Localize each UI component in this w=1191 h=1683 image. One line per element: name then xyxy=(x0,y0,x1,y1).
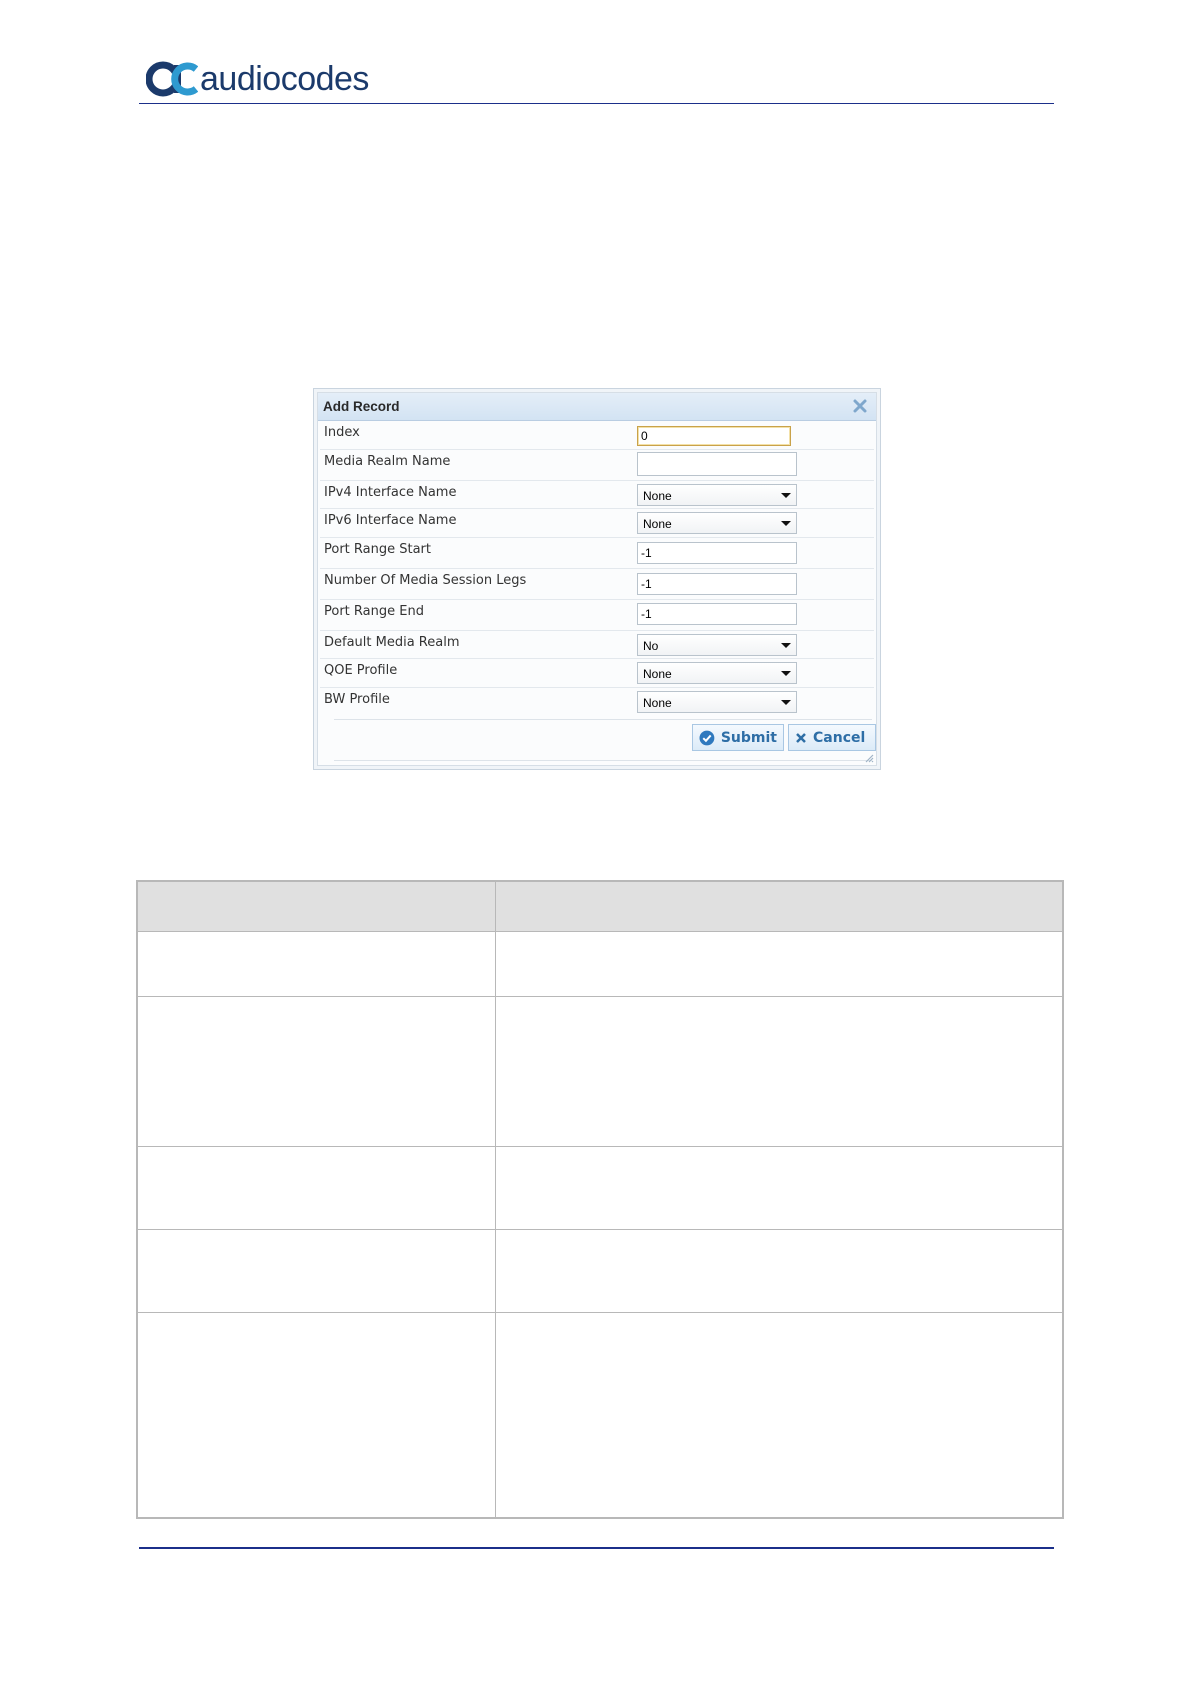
chevron-down-icon xyxy=(781,521,791,526)
field-label: Default Media Realm xyxy=(324,635,460,650)
qoe-profile-select[interactable]: None xyxy=(637,662,797,684)
select-value: None xyxy=(643,696,672,710)
port-range-start-input[interactable] xyxy=(637,542,797,564)
table-row xyxy=(138,1312,1062,1313)
select-value: No xyxy=(643,639,659,653)
field-label: IPv4 Interface Name xyxy=(324,485,457,500)
field-label: Port Range End xyxy=(324,604,424,619)
close-icon xyxy=(796,732,806,743)
field-label: BW Profile xyxy=(324,692,390,707)
field-row-port-range-end: Port Range End xyxy=(320,600,874,631)
media-session-legs-input[interactable] xyxy=(637,573,797,595)
dialog-title-bar: Add Record xyxy=(318,393,876,421)
table-header xyxy=(138,882,1062,932)
table-row xyxy=(138,1229,1062,1230)
field-row-media-session-legs: Number Of Media Session Legs xyxy=(320,569,874,600)
field-label: Index xyxy=(324,425,360,440)
field-label: IPv6 Interface Name xyxy=(324,513,457,528)
field-row-ipv6-interface: IPv6 Interface Name None xyxy=(320,509,874,538)
field-row-index: Index xyxy=(320,421,874,450)
select-value: None xyxy=(643,517,672,531)
field-row-qoe-profile: QOE Profile None xyxy=(320,659,874,688)
audiocodes-logo-icon xyxy=(146,61,198,97)
dialog-body: Add Record Index Media Realm Name IPv4 I… xyxy=(317,392,877,766)
logo-text: audiocodes xyxy=(200,59,369,98)
submit-label: Submit xyxy=(720,729,777,746)
ipv6-interface-select[interactable]: None xyxy=(637,512,797,534)
media-realm-name-input[interactable] xyxy=(637,452,797,476)
chevron-down-icon xyxy=(781,671,791,676)
chevron-down-icon xyxy=(781,643,791,648)
field-label: QOE Profile xyxy=(324,663,398,678)
resize-grip-icon[interactable] xyxy=(864,753,874,763)
column-divider xyxy=(495,882,496,1517)
table-row xyxy=(138,996,1062,997)
dialog-button-bar: Submit Cancel xyxy=(334,719,876,761)
chevron-down-icon xyxy=(781,700,791,705)
field-row-ipv4-interface: IPv4 Interface Name None xyxy=(320,481,874,509)
bw-profile-select[interactable]: None xyxy=(637,691,797,713)
field-label: Number Of Media Session Legs xyxy=(324,573,527,588)
field-row-bw-profile: BW Profile None xyxy=(320,688,874,716)
index-input[interactable] xyxy=(637,426,791,446)
dialog-title: Add Record xyxy=(323,399,400,414)
field-label: Port Range Start xyxy=(324,542,431,557)
add-record-dialog: Add Record Index Media Realm Name IPv4 I… xyxy=(313,388,881,770)
cancel-button[interactable]: Cancel xyxy=(788,724,876,751)
select-value: None xyxy=(643,667,672,681)
field-label: Media Realm Name xyxy=(324,454,451,469)
chevron-down-icon xyxy=(781,493,791,498)
footer-rule xyxy=(139,1547,1054,1549)
default-media-realm-select[interactable]: No xyxy=(637,634,797,656)
select-value: None xyxy=(643,489,672,503)
field-row-port-range-start: Port Range Start xyxy=(320,538,874,569)
field-row-default-media-realm: Default Media Realm No xyxy=(320,631,874,659)
header-rule xyxy=(139,103,1054,104)
check-circle-icon xyxy=(699,730,715,745)
field-row-media-realm-name: Media Realm Name xyxy=(320,450,874,481)
audiocodes-logo: audiocodes xyxy=(146,56,369,102)
submit-button[interactable]: Submit xyxy=(692,724,784,751)
description-table xyxy=(136,880,1064,1519)
ipv4-interface-select[interactable]: None xyxy=(637,484,797,506)
close-icon[interactable] xyxy=(852,398,868,414)
table-row xyxy=(138,1146,1062,1147)
port-range-end-input[interactable] xyxy=(637,603,797,625)
cancel-label: Cancel xyxy=(813,729,866,746)
